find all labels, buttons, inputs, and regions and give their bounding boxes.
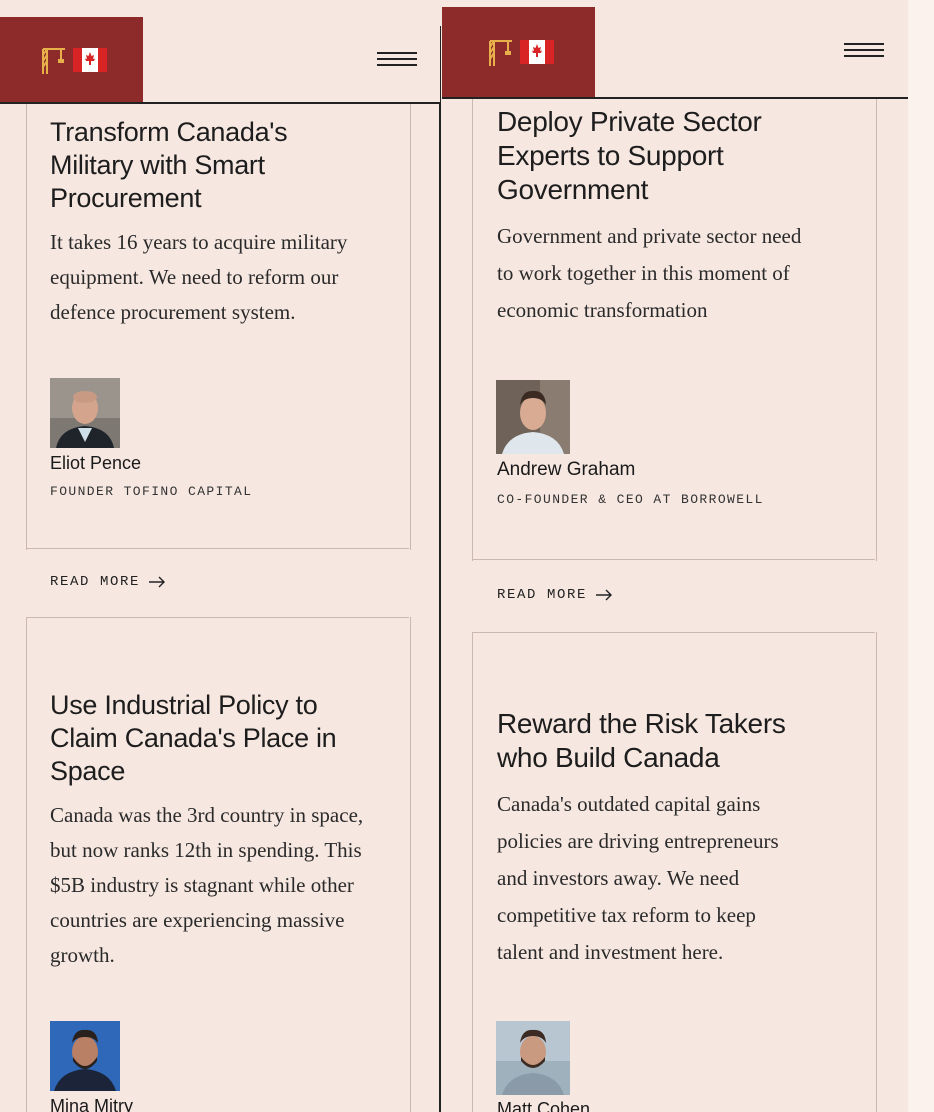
- author-role: CO-FOUNDER & CEO AT BORROWELL: [497, 492, 764, 507]
- read-more-link[interactable]: READ MORE: [50, 574, 166, 590]
- card-title[interactable]: Reward the Risk Takers who Build Canada: [497, 707, 786, 775]
- site-header: [0, 0, 440, 104]
- card-title[interactable]: Deploy Private Sector Experts to Support…: [497, 105, 762, 207]
- author-name: Eliot Pence: [50, 453, 142, 473]
- card-description: Canada was the 3rd country in space, but…: [50, 798, 363, 973]
- canada-flag-icon: [519, 40, 554, 64]
- hamburger-menu-icon[interactable]: [377, 52, 417, 70]
- panel-divider: [439, 26, 441, 1112]
- arrow-right-icon: [149, 576, 166, 588]
- desc-line: and investors away. We need: [497, 866, 740, 890]
- desc-line: defence procurement system.: [50, 300, 296, 324]
- card-title[interactable]: Transform Canada's Military with Smart P…: [50, 116, 288, 215]
- desc-line: $5B industry is stagnant while other: [50, 873, 354, 897]
- right-screenshot-panel: Deploy Private Sector Experts to Support…: [442, 0, 910, 1112]
- title-line: Experts to Support: [497, 140, 724, 171]
- title-line: Deploy Private Sector: [497, 106, 762, 137]
- desc-line: Canada's outdated capital gains: [497, 792, 761, 816]
- desc-line: but now ranks 12th in spending. This: [50, 838, 362, 862]
- crane-icon: [41, 47, 65, 74]
- desc-line: Canada was the 3rd country in space,: [50, 803, 364, 827]
- title-line: Government: [497, 174, 649, 205]
- title-line: Claim Canada's Place in: [50, 723, 337, 753]
- card-description: Canada's outdated capital gains policies…: [497, 786, 779, 971]
- read-more-label: READ MORE: [497, 587, 588, 603]
- desc-line: It takes 16 years to acquire military: [50, 230, 348, 254]
- author-name: Mina Mitry: [50, 1096, 134, 1112]
- title-line: Space: [50, 756, 126, 786]
- desc-line: to work together in this moment of: [497, 261, 790, 285]
- desc-line: policies are driving entrepreneurs: [497, 829, 779, 853]
- title-line: Military with Smart: [50, 150, 265, 180]
- title-line: Transform Canada's: [50, 117, 288, 147]
- title-line: Reward the Risk Takers: [497, 708, 786, 739]
- card-description: It takes 16 years to acquire military eq…: [50, 225, 347, 330]
- canada-flag-icon: [72, 47, 107, 72]
- author-role: FOUNDER TOFINO CAPITAL: [50, 484, 253, 499]
- desc-line: economic transformation: [497, 298, 708, 322]
- desc-line: Government and private sector need: [497, 224, 802, 248]
- hamburger-menu-icon[interactable]: [844, 43, 884, 61]
- desc-line: growth.: [50, 943, 115, 967]
- arrow-right-icon: [596, 589, 613, 601]
- avatar: [496, 380, 570, 454]
- left-screenshot-panel: Transform Canada's Military with Smart P…: [0, 0, 440, 1112]
- crane-icon: [488, 40, 512, 66]
- avatar: [496, 1021, 570, 1095]
- title-line: Use Industrial Policy to: [50, 690, 318, 720]
- site-logo[interactable]: [0, 17, 143, 102]
- desc-line: countries are experiencing massive: [50, 908, 345, 932]
- site-logo[interactable]: [442, 7, 595, 97]
- desc-line: competitive tax reform to keep: [497, 903, 756, 927]
- read-more-link[interactable]: READ MORE: [497, 587, 613, 603]
- title-line: Procurement: [50, 183, 202, 213]
- card-description: Government and private sector need to wo…: [497, 218, 801, 329]
- desc-line: equipment. We need to reform our: [50, 265, 339, 289]
- author-name: Andrew Graham: [497, 459, 636, 480]
- author-name: Matt Cohen: [497, 1099, 591, 1112]
- desc-line: talent and investment here.: [497, 940, 724, 964]
- site-header: [442, 0, 908, 99]
- card-title[interactable]: Use Industrial Policy to Claim Canada's …: [50, 689, 337, 788]
- page-margin: [908, 0, 934, 1112]
- avatar: [50, 378, 120, 448]
- read-more-label: READ MORE: [50, 574, 141, 590]
- title-line: who Build Canada: [497, 742, 720, 773]
- avatar: [50, 1021, 120, 1091]
